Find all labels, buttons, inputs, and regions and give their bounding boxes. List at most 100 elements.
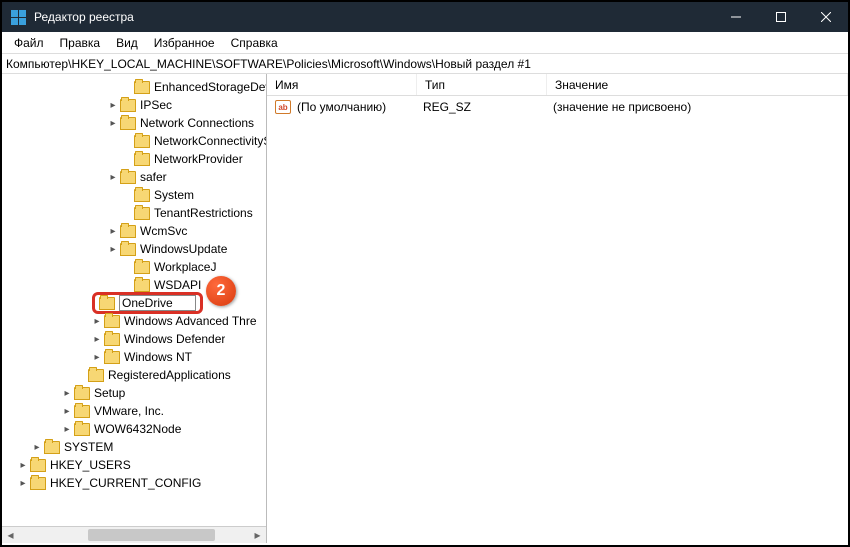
tree-item-label: EnhancedStorageDevi <box>154 80 266 94</box>
folder-icon <box>104 351 120 364</box>
expand-icon[interactable]: ▸ <box>60 386 74 400</box>
value-data: (значение не присвоено) <box>553 100 848 114</box>
tree-item-label: Windows Defender <box>124 332 225 346</box>
folder-icon <box>134 189 150 202</box>
maximize-button[interactable] <box>758 2 803 32</box>
expand-icon[interactable]: ▸ <box>106 170 120 184</box>
tree-item[interactable]: ▸ IPSec <box>2 96 266 114</box>
folder-icon <box>74 423 90 436</box>
tree-item-label: WcmSvc <box>140 224 187 238</box>
tree-item-label: TenantRestrictions <box>154 206 253 220</box>
expand-icon[interactable]: ▸ <box>106 224 120 238</box>
value-row[interactable]: ab (По умолчанию) REG_SZ (значение не пр… <box>267 98 848 116</box>
tree-item[interactable]: ▸ safer <box>2 168 266 186</box>
expand-icon[interactable]: ▸ <box>30 440 44 454</box>
expand-icon[interactable]: ▸ <box>90 314 104 328</box>
tree-item[interactable]: RegisteredApplications <box>2 366 266 384</box>
folder-icon <box>134 279 150 292</box>
expand-icon[interactable]: ▸ <box>16 476 30 490</box>
menu-file[interactable]: Файл <box>6 32 52 53</box>
tree-item[interactable]: ▸ VMware, Inc. <box>2 402 266 420</box>
column-value[interactable]: Значение <box>547 74 848 95</box>
tree-item[interactable]: ▸WOW6432Node <box>2 420 266 438</box>
expand-icon[interactable]: ▸ <box>90 350 104 364</box>
tree-item[interactable]: ▸Windows Advanced Thre <box>2 312 266 330</box>
rename-input[interactable] <box>119 295 196 311</box>
tree-item[interactable]: System <box>2 186 266 204</box>
window-title: Редактор реестра <box>34 10 713 24</box>
tree-pane: EnhancedStorageDevi ▸ IPSec ▸Network Connec… <box>2 74 267 543</box>
expand-icon <box>120 188 134 202</box>
folder-icon <box>134 153 150 166</box>
scroll-left-arrow[interactable]: ◂ <box>2 527 19 544</box>
column-type[interactable]: Тип <box>417 74 547 95</box>
folder-icon <box>88 369 104 382</box>
expand-icon[interactable]: ▸ <box>60 404 74 418</box>
folder-icon <box>120 117 136 130</box>
folder-icon <box>99 297 115 310</box>
expand-icon[interactable]: ▸ <box>106 116 120 130</box>
folder-icon <box>134 81 150 94</box>
expand-icon[interactable]: ▸ <box>106 98 120 112</box>
tree-item[interactable]: ▸ Windows Defender <box>2 330 266 348</box>
tree-item-label: System <box>154 188 194 202</box>
tree-item-label: RegisteredApplications <box>108 368 231 382</box>
value-type: REG_SZ <box>423 100 553 114</box>
expand-icon[interactable]: ▸ <box>90 332 104 346</box>
menu-help[interactable]: Справка <box>223 32 286 53</box>
folder-icon <box>120 171 136 184</box>
folder-icon <box>30 459 46 472</box>
tree-item-label: safer <box>140 170 167 184</box>
tree-item[interactable]: ▸HKEY_USERS <box>2 456 266 474</box>
expand-icon <box>120 152 134 166</box>
folder-icon <box>120 225 136 238</box>
tree-item-label: HKEY_CURRENT_CONFIG <box>50 476 201 490</box>
tree-item-label: WindowsUpdate <box>140 242 227 256</box>
expand-icon[interactable]: ▸ <box>106 242 120 256</box>
tree-item-label: IPSec <box>140 98 172 112</box>
menu-edit[interactable]: Правка <box>52 32 109 53</box>
scroll-right-arrow[interactable]: ▸ <box>249 527 266 544</box>
folder-icon <box>134 207 150 220</box>
folder-icon <box>104 315 120 328</box>
tree-item[interactable]: WorkplaceJ <box>2 258 266 276</box>
tree-item[interactable]: ▸ WindowsUpdate <box>2 240 266 258</box>
expand-icon <box>120 206 134 220</box>
tree-item[interactable]: EnhancedStorageDevi <box>2 78 266 96</box>
annotation-badge: 2 <box>206 276 236 306</box>
minimize-button[interactable] <box>713 2 758 32</box>
folder-icon <box>104 333 120 346</box>
tree-item-label: Setup <box>94 386 125 400</box>
tree-item[interactable]: ▸ HKEY_CURRENT_CONFIG <box>2 474 266 492</box>
expand-icon[interactable]: ▸ <box>16 458 30 472</box>
menu-favorites[interactable]: Избранное <box>146 32 223 53</box>
tree-item-label: Windows NT <box>124 350 192 364</box>
tree-item[interactable]: ▸ Windows NT <box>2 348 266 366</box>
scrollbar-thumb[interactable] <box>88 529 215 541</box>
expand-icon <box>74 368 88 382</box>
expand-icon <box>120 80 134 94</box>
close-button[interactable] <box>803 2 848 32</box>
folder-icon <box>74 405 90 418</box>
horizontal-scrollbar[interactable]: ◂ ▸ <box>2 526 266 543</box>
tree-item[interactable]: ▸ Setup <box>2 384 266 402</box>
folder-icon <box>120 243 136 256</box>
expand-icon[interactable]: ▸ <box>60 422 74 436</box>
value-name: (По умолчанию) <box>297 100 423 114</box>
tree-item[interactable]: ▸SYSTEM <box>2 438 266 456</box>
column-name[interactable]: Имя <box>267 74 417 95</box>
folder-icon <box>30 477 46 490</box>
menu-view[interactable]: Вид <box>108 32 146 53</box>
tree-item-editing[interactable]: 2 <box>2 294 266 312</box>
tree-item[interactable]: ▸Network Connections <box>2 114 266 132</box>
tree-item[interactable]: TenantRestrictions <box>2 204 266 222</box>
title-bar: Редактор реестра <box>2 2 848 32</box>
tree-item[interactable]: ▸ WcmSvc <box>2 222 266 240</box>
tree-item-label: VMware, Inc. <box>94 404 164 418</box>
tree-item[interactable]: NetworkConnectivityS <box>2 132 266 150</box>
folder-icon <box>74 387 90 400</box>
tree-item[interactable]: NetworkProvider <box>2 150 266 168</box>
address-bar[interactable]: Компьютер\HKEY_LOCAL_MACHINE\SOFTWARE\Po… <box>2 54 848 74</box>
app-icon <box>10 9 26 25</box>
column-headers: Имя Тип Значение <box>267 74 848 96</box>
